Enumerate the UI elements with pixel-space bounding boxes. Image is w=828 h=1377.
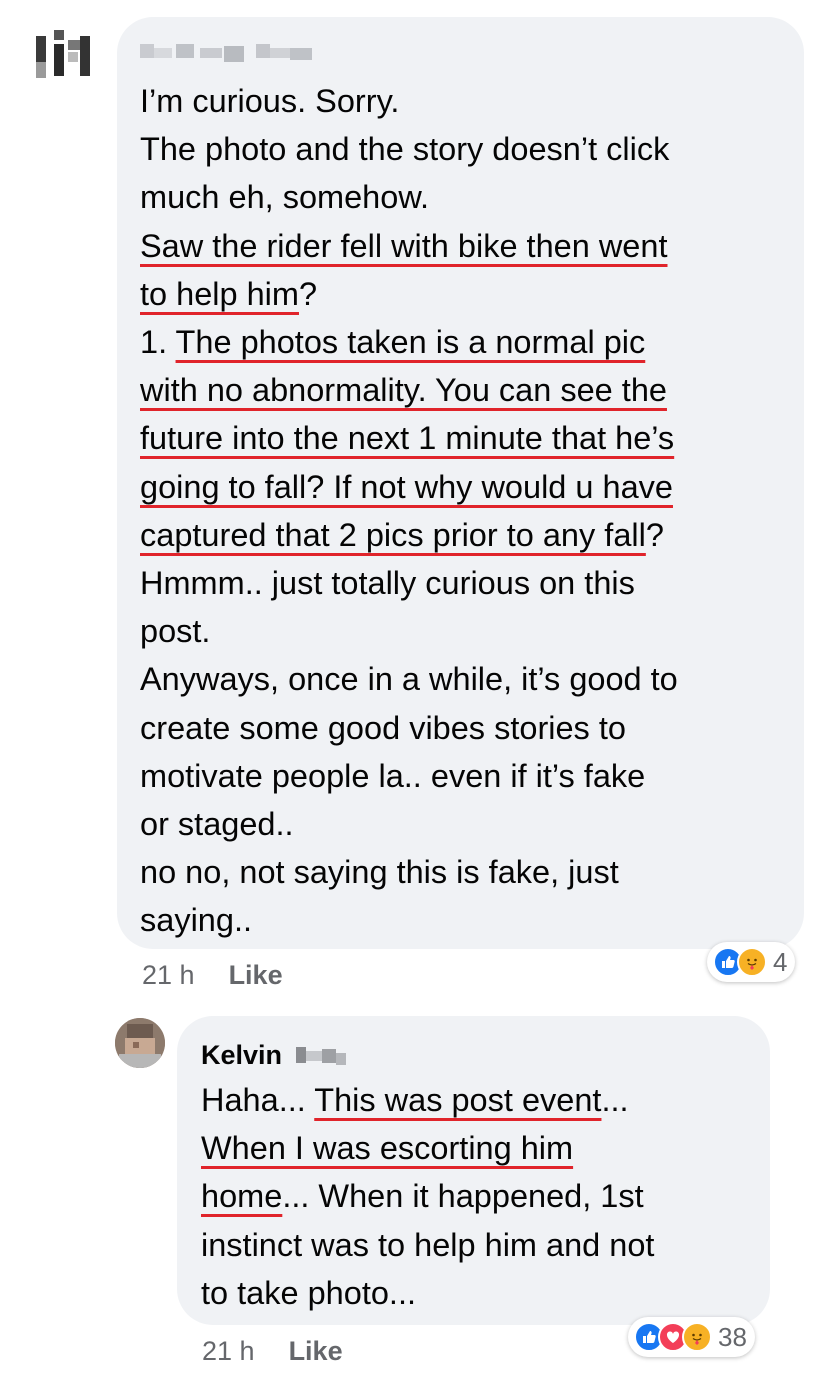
comment-line: create some good vibes stories to: [140, 704, 790, 752]
care-icon: [682, 1322, 712, 1352]
blurred-surname-image: [295, 1047, 346, 1065]
text-segment: instinct was to help him and not: [201, 1226, 655, 1263]
like-button[interactable]: Like: [229, 960, 283, 990]
text-segment: 1.: [140, 324, 176, 361]
like-button[interactable]: Like: [289, 1336, 343, 1366]
comment-line: instinct was to help him and not: [201, 1221, 761, 1269]
underlined-text: This was post event: [314, 1082, 602, 1118]
comment-line: saying..: [140, 896, 790, 944]
reaction-count: 4: [773, 946, 788, 977]
comment-line: I’m curious. Sorry.: [140, 77, 790, 125]
comment-line: or staged..: [140, 800, 790, 848]
text-segment: Anyways, once in a while, it’s good to: [140, 661, 678, 698]
underlined-text: The photos taken is a normal pic: [175, 324, 646, 361]
text-segment: ?: [298, 275, 318, 312]
comment-time[interactable]: 21 h: [142, 960, 195, 990]
blurred-avatar-image: [36, 30, 90, 78]
underlined-text: When I was escorting him: [201, 1130, 574, 1167]
comment-line: much eh, somehow.: [140, 173, 790, 221]
blurred-name-image: [140, 44, 312, 62]
underlined-text: Saw the rider fell with bike then went: [140, 227, 668, 264]
blurred-avatar-image: [115, 1018, 165, 1068]
reaction-summary[interactable]: 4: [707, 942, 796, 982]
reaction-count: 38: [718, 1321, 747, 1352]
underlined-text: home: [201, 1178, 283, 1215]
text-segment: no no, not saying this is fake, just: [140, 854, 619, 891]
text-segment: ...: [601, 1082, 629, 1118]
comment-line: home... When it happened, 1st: [201, 1172, 761, 1220]
comment-line: motivate people la.. even if it’s fake: [140, 752, 790, 800]
comment-line: Anyways, once in a while, it’s good to: [140, 655, 790, 703]
comment-line: Hmmm.. just totally curious on this: [140, 559, 790, 607]
author-name-blurred[interactable]: [140, 40, 360, 62]
comment-line: with no abnormality. You can see the: [140, 366, 790, 414]
comment-author[interactable]: Kelvin: [201, 1040, 346, 1071]
text-segment: or staged..: [140, 806, 294, 843]
comment-time[interactable]: 21 h: [202, 1336, 255, 1366]
comment-line: no no, not saying this is fake, just: [140, 848, 790, 896]
underlined-text: going to fall? If not why would u have: [140, 468, 673, 505]
comment-line: future into the next 1 minute that he’s: [140, 414, 790, 462]
text-segment: Hmmm.. just totally curious on this: [140, 565, 635, 602]
text-segment: Haha...: [201, 1082, 315, 1118]
text-segment: motivate people la.. even if it’s fake: [140, 757, 646, 794]
text-segment: post.: [140, 613, 211, 650]
text-segment: to take photo...: [201, 1274, 417, 1311]
comment-meta: 21 h Like: [202, 1336, 343, 1367]
underlined-text: with no abnormality. You can see the: [140, 372, 667, 409]
underlined-text: future into the next 1 minute that he’s: [140, 420, 675, 457]
comment-line: 1. The photos taken is a normal pic: [140, 318, 790, 366]
reaction-summary[interactable]: 38: [628, 1317, 755, 1357]
text-segment: The photo and the story doesn’t click: [140, 131, 670, 168]
comment-line: captured that 2 pics prior to any fall?: [140, 511, 790, 559]
underlined-text: captured that 2 pics prior to any fall: [140, 516, 646, 553]
text-segment: create some good vibes stories to: [140, 709, 626, 746]
underlined-text: to help him: [140, 275, 299, 312]
comment-line: The photo and the story doesn’t click: [140, 125, 790, 173]
comment-line: going to fall? If not why would u have: [140, 463, 790, 511]
comment-text: I’m curious. Sorry. The photo and the sto…: [140, 77, 790, 945]
comment-line: Haha... This was post event...: [201, 1076, 761, 1124]
comment-line: When I was escorting him: [201, 1124, 761, 1172]
text-segment: much eh, somehow.: [140, 179, 430, 216]
avatar[interactable]: [115, 1018, 165, 1068]
comment-meta: 21 h Like: [142, 960, 283, 991]
comment-line: post.: [140, 607, 790, 655]
comment-line: to take photo...: [201, 1269, 761, 1317]
text-segment: saying..: [140, 902, 253, 939]
text-segment: ?: [645, 516, 664, 553]
comment-line: Saw the rider fell with bike then went: [140, 222, 790, 270]
text-segment: ... When it happened, 1st: [282, 1178, 644, 1215]
text-segment: I’m curious. Sorry.: [140, 83, 400, 119]
comment-text: Haha... This was post event... When I was…: [201, 1076, 761, 1317]
author-name[interactable]: Kelvin: [201, 1040, 282, 1070]
care-icon: [737, 947, 767, 977]
avatar[interactable]: [28, 22, 100, 94]
comment-line: to help him?: [140, 270, 790, 318]
